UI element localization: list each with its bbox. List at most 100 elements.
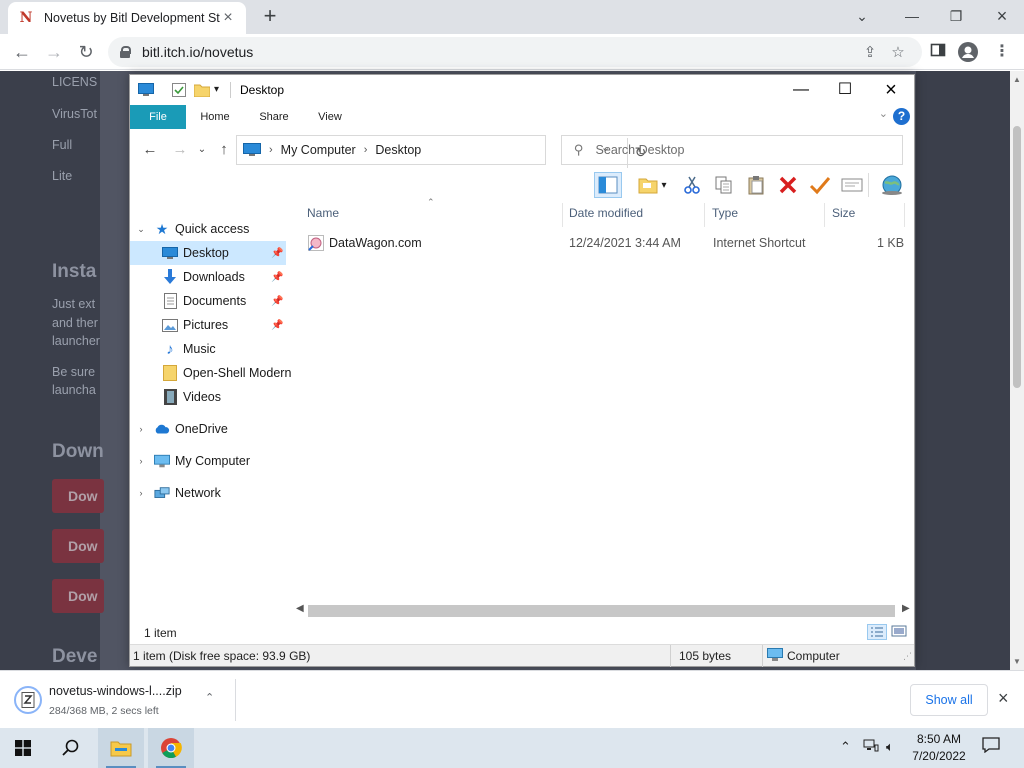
back-button[interactable]: ←	[10, 40, 34, 64]
profile-avatar-icon[interactable]	[958, 42, 978, 62]
column-header-size[interactable]: Size	[817, 206, 897, 224]
search-box[interactable]: ⚲ Search Desktop	[561, 135, 903, 165]
nav-videos[interactable]: Videos	[130, 385, 286, 409]
explorer-forward-icon[interactable]: →	[170, 140, 190, 160]
column-separator[interactable]	[904, 203, 905, 227]
reload-button[interactable]: ↻	[74, 40, 98, 64]
paste-icon[interactable]	[742, 172, 770, 198]
expand-chevron-icon[interactable]: ›	[136, 488, 146, 498]
nav-desktop[interactable]: Desktop 📌	[130, 241, 286, 265]
explorer-maximize-button[interactable]: ☐	[822, 75, 868, 105]
tab-file[interactable]: File	[130, 105, 186, 129]
minimize-button[interactable]: —	[898, 4, 926, 28]
browser-tab[interactable]: N Novetus by Bitl Development Stu ×	[8, 2, 246, 34]
cut-icon[interactable]	[678, 172, 706, 198]
nav-open-shell[interactable]: Open-Shell Modern	[130, 361, 291, 385]
download-bar-close-icon[interactable]: ×	[998, 688, 1009, 709]
explorer-titlebar[interactable]: ▾ Desktop — ☐ ×	[130, 75, 914, 105]
share-icon[interactable]: ⇪	[860, 43, 880, 61]
side-panel-icon[interactable]	[928, 42, 948, 62]
file-row[interactable]: DataWagon.com 12/24/2021 3:44 AM Interne…	[292, 231, 914, 255]
internet-options-globe-icon[interactable]	[878, 172, 906, 198]
explorer-back-icon[interactable]: ←	[140, 140, 160, 160]
expand-chevron-icon[interactable]: ›	[136, 424, 146, 434]
start-button[interactable]	[0, 728, 46, 768]
tab-home[interactable]: Home	[190, 105, 240, 129]
breadcrumb-my-computer[interactable]: My Computer	[281, 143, 356, 157]
nav-downloads[interactable]: Downloads 📌	[130, 265, 286, 289]
new-folder-dropdown-icon[interactable]: ▾	[658, 172, 670, 198]
window-icon[interactable]	[138, 83, 154, 97]
page-scrollbar[interactable]: ▲ ▼	[1010, 71, 1024, 670]
expand-chevron-icon[interactable]: ⌄	[136, 224, 146, 235]
column-header-date[interactable]: Date modified	[554, 206, 694, 224]
scroll-up-arrow-icon[interactable]: ▲	[1013, 75, 1021, 84]
properties-icon[interactable]	[172, 83, 188, 97]
delete-icon[interactable]	[774, 172, 802, 198]
scroll-left-arrow-icon[interactable]: ◀	[296, 603, 304, 614]
expand-chevron-icon[interactable]: ›	[136, 456, 146, 466]
details-view-icon[interactable]	[867, 624, 887, 640]
network-tray-icon[interactable]	[863, 739, 879, 756]
resize-grip-icon[interactable]: ⋰	[903, 651, 912, 662]
explorer-close-button[interactable]: ×	[868, 75, 914, 105]
up-folder-icon[interactable]: ↑	[214, 140, 234, 160]
nav-pictures[interactable]: Pictures 📌	[130, 313, 286, 337]
forward-button[interactable]: →	[42, 40, 66, 64]
scroll-right-arrow-icon[interactable]: ▶	[902, 603, 910, 614]
search-taskbar-button[interactable]	[48, 728, 94, 768]
my-computer-icon	[154, 453, 170, 469]
nav-onedrive[interactable]: › OneDrive	[130, 417, 286, 441]
large-icons-view-icon[interactable]	[890, 624, 910, 640]
column-header-name[interactable]: Name	[292, 206, 562, 224]
tab-view[interactable]: View	[306, 105, 354, 129]
file-explorer-taskbar-button[interactable]	[98, 728, 144, 768]
tab-share[interactable]: Share	[250, 105, 298, 129]
page-download-button[interactable]: Dow	[52, 579, 104, 613]
tray-overflow-chevron-icon[interactable]: ⌃	[840, 739, 851, 755]
restore-button[interactable]: ❐	[942, 4, 970, 28]
scroll-down-arrow-icon[interactable]: ▼	[1013, 657, 1021, 666]
show-all-button[interactable]: Show all	[910, 684, 988, 716]
help-icon[interactable]: ?	[893, 108, 910, 125]
chrome-taskbar-button[interactable]	[148, 728, 194, 768]
nav-network[interactable]: › Network	[130, 481, 286, 505]
volume-tray-icon[interactable]: 🔈︎	[886, 739, 894, 755]
tab-search-chevron-icon[interactable]: ⌄	[848, 4, 876, 28]
lock-icon[interactable]	[120, 46, 131, 58]
nav-my-computer[interactable]: › My Computer	[130, 449, 286, 473]
page-download-button[interactable]: Dow	[52, 479, 104, 513]
tab-close-icon[interactable]: ×	[220, 10, 236, 26]
taskbar-clock[interactable]: 8:50 AM 7/20/2022	[904, 731, 974, 765]
zip-file-icon[interactable]	[14, 686, 42, 714]
rename-check-icon[interactable]	[806, 172, 834, 198]
ribbon-expand-chevron-icon[interactable]: ⌄	[879, 107, 888, 120]
breadcrumb-desktop[interactable]: Desktop	[375, 143, 421, 157]
location-text: Computer	[787, 649, 840, 663]
email-icon[interactable]	[838, 172, 866, 198]
page-download-button[interactable]: Dow	[52, 529, 104, 563]
column-header-type[interactable]: Type	[697, 206, 817, 224]
hscroll-thumb[interactable]	[308, 605, 895, 617]
page-scrollbar-thumb[interactable]	[1013, 126, 1021, 388]
nav-documents[interactable]: Documents 📌	[130, 289, 286, 313]
new-tab-button[interactable]: +	[258, 5, 282, 29]
download-filename[interactable]: novetus-windows-l....zip	[49, 684, 182, 698]
notifications-icon[interactable]	[982, 737, 1000, 756]
recent-locations-chevron-icon[interactable]: ⌄	[192, 140, 212, 160]
nav-quick-access[interactable]: ⌄ ★ Quick access	[130, 217, 286, 241]
bookmark-star-icon[interactable]: ☆	[888, 43, 908, 61]
chrome-menu-icon[interactable]: ⋮	[992, 42, 1012, 62]
download-options-chevron-icon[interactable]: ⌃	[205, 691, 214, 704]
toggle-pane-icon[interactable]	[594, 172, 622, 198]
close-button[interactable]: ×	[988, 4, 1016, 28]
address-bar[interactable]: bitl.itch.io/novetus ⇪ ☆	[108, 37, 922, 67]
new-folder-icon[interactable]	[193, 83, 211, 98]
item-count: 1 item	[144, 626, 177, 640]
qat-dropdown-icon[interactable]: ▾	[214, 84, 230, 98]
nav-music[interactable]: ♪ Music	[130, 337, 286, 361]
file-list-hscrollbar[interactable]: ◀ ▶	[292, 603, 914, 620]
explorer-minimize-button[interactable]: —	[778, 75, 824, 105]
explorer-address-bar[interactable]: › My Computer › Desktop ⌄ ↻	[236, 135, 646, 168]
copy-icon[interactable]	[710, 172, 738, 198]
